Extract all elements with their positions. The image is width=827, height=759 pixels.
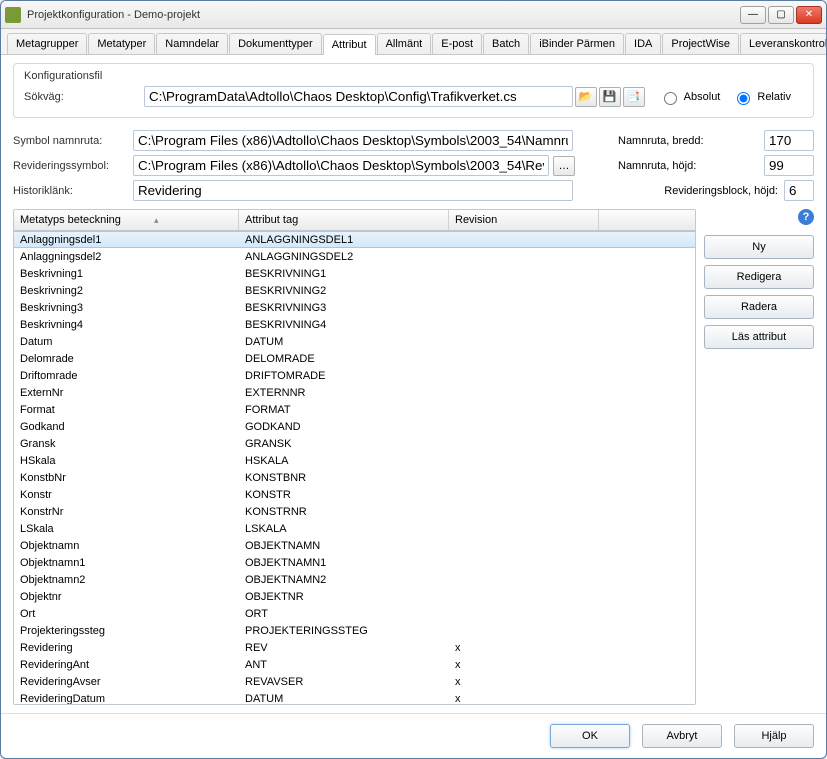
sokvag-label: Sökväg: xyxy=(24,91,144,103)
col-header-metatyps[interactable]: Metatyps beteckning ▴ xyxy=(14,210,239,230)
table-row[interactable]: GodkandGODKAND xyxy=(14,418,695,435)
table-row[interactable]: DatumDATUM xyxy=(14,333,695,350)
maximize-button[interactable]: ▢ xyxy=(768,6,794,24)
table-row[interactable]: Objektnamn1OBJEKTNAMN1 xyxy=(14,554,695,571)
tab-dokumenttyper[interactable]: Dokumenttyper xyxy=(229,33,322,54)
tab-namndelar[interactable]: Namndelar xyxy=(156,33,228,54)
relativ-radio[interactable]: Relativ xyxy=(732,89,803,105)
table-row[interactable]: KonstrKONSTR xyxy=(14,486,695,503)
symbol-input[interactable] xyxy=(133,130,573,151)
table-row[interactable]: Anlaggningsdel2ANLAGGNINGSDEL2 xyxy=(14,248,695,265)
las-attribut-button[interactable]: Läs attribut xyxy=(704,325,814,349)
table-row[interactable]: ObjektnamnOBJEKTNAMN xyxy=(14,537,695,554)
tab-attribut[interactable]: Attribut xyxy=(323,34,376,55)
rev-browse-button[interactable]: … xyxy=(553,156,575,176)
tabstrip: MetagrupperMetatyperNamndelarDokumenttyp… xyxy=(1,29,826,55)
table-row[interactable]: LSkalaLSKALA xyxy=(14,520,695,537)
app-icon xyxy=(5,7,21,23)
tab-batch[interactable]: Batch xyxy=(483,33,529,54)
window-title: Projektkonfiguration - Demo-projekt xyxy=(27,9,740,21)
hist-label: Historiklänk: xyxy=(13,185,133,197)
absolut-radio-input[interactable] xyxy=(664,92,677,105)
tab-ida[interactable]: IDA xyxy=(625,33,661,54)
sort-indicator-icon: ▴ xyxy=(154,215,159,225)
config-file-group: Konfigurationsfil Sökväg: 📂 💾 📑 Absolut … xyxy=(13,63,814,118)
copy-icon[interactable]: 📑 xyxy=(623,87,645,107)
window-frame: Projektkonfiguration - Demo-projekt — ▢ … xyxy=(0,0,827,759)
relativ-radio-input[interactable] xyxy=(737,92,750,105)
table-row[interactable]: GranskGRANSK xyxy=(14,435,695,452)
col-header-revision[interactable]: Revision xyxy=(449,210,599,230)
hojd-label: Namnruta, höjd: xyxy=(618,160,758,172)
absolut-radio[interactable]: Absolut xyxy=(659,89,733,105)
avbryt-button[interactable]: Avbryt xyxy=(642,724,722,748)
tab-leveranskontroll[interactable]: Leveranskontroll xyxy=(740,33,827,54)
table-row[interactable]: HSkalaHSKALA xyxy=(14,452,695,469)
table-row[interactable]: ProjekteringsstegPROJEKTERINGSSTEG xyxy=(14,622,695,639)
ok-button[interactable]: OK xyxy=(550,724,630,748)
open-icon[interactable]: 📂 xyxy=(575,87,597,107)
table-row[interactable]: ObjektnrOBJEKTNR xyxy=(14,588,695,605)
table-row[interactable]: RevideringAntANTx xyxy=(14,656,695,673)
table-row[interactable]: OrtORT xyxy=(14,605,695,622)
ny-button[interactable]: Ny xyxy=(704,235,814,259)
grid-header: Metatyps beteckning ▴ Attribut tag Revis… xyxy=(14,210,695,231)
tab-ibinder-pärmen[interactable]: iBinder Pärmen xyxy=(530,33,624,54)
dialog-footer: OK Avbryt Hjälp xyxy=(1,713,826,758)
tab-metatyper[interactable]: Metatyper xyxy=(88,33,155,54)
table-row[interactable]: Anlaggningsdel1ANLAGGNINGSDEL1 xyxy=(14,231,695,248)
sokvag-input[interactable] xyxy=(144,86,573,107)
table-row[interactable]: Beskrivning3BESKRIVNING3 xyxy=(14,299,695,316)
table-row[interactable]: ExternNrEXTERNNR xyxy=(14,384,695,401)
save-icon[interactable]: 💾 xyxy=(599,87,621,107)
minimize-button[interactable]: — xyxy=(740,6,766,24)
revblock-label: Revideringsblock, höjd: xyxy=(664,185,778,197)
table-row[interactable]: KonstrNrKONSTRNR xyxy=(14,503,695,520)
table-row[interactable]: RevideringREVx xyxy=(14,639,695,656)
close-button[interactable]: ✕ xyxy=(796,6,822,24)
table-row[interactable]: KonstbNrKONSTBNR xyxy=(14,469,695,486)
rev-label: Revideringssymbol: xyxy=(13,160,133,172)
table-row[interactable]: DelomradeDELOMRADE xyxy=(14,350,695,367)
table-row[interactable]: RevideringAvserREVAVSERx xyxy=(14,673,695,690)
config-file-legend: Konfigurationsfil xyxy=(24,70,803,82)
hist-input[interactable] xyxy=(133,180,573,201)
table-row[interactable]: Objektnamn2OBJEKTNAMN2 xyxy=(14,571,695,588)
tab-projectwise[interactable]: ProjectWise xyxy=(662,33,739,54)
titlebar: Projektkonfiguration - Demo-projekt — ▢ … xyxy=(1,1,826,29)
hjalp-button[interactable]: Hjälp xyxy=(734,724,814,748)
hojd-input[interactable] xyxy=(764,155,814,176)
col-header-attributtag[interactable]: Attribut tag xyxy=(239,210,449,230)
tab-allmänt[interactable]: Allmänt xyxy=(377,33,432,54)
attribut-grid: Metatyps beteckning ▴ Attribut tag Revis… xyxy=(13,209,696,705)
bredd-input[interactable] xyxy=(764,130,814,151)
radera-button[interactable]: Radera xyxy=(704,295,814,319)
table-row[interactable]: Beskrivning2BESKRIVNING2 xyxy=(14,282,695,299)
tab-e-post[interactable]: E-post xyxy=(432,33,482,54)
grid-scroll[interactable]: Metatyps beteckning ▴ Attribut tag Revis… xyxy=(14,210,695,704)
bredd-label: Namnruta, bredd: xyxy=(618,135,758,147)
revblock-input[interactable] xyxy=(784,180,814,201)
table-row[interactable]: Beskrivning1BESKRIVNING1 xyxy=(14,265,695,282)
rev-input[interactable] xyxy=(133,155,549,176)
table-row[interactable]: Beskrivning4BESKRIVNING4 xyxy=(14,316,695,333)
redigera-button[interactable]: Redigera xyxy=(704,265,814,289)
tab-metagrupper[interactable]: Metagrupper xyxy=(7,33,87,54)
table-row[interactable]: DriftomradeDRIFTOMRADE xyxy=(14,367,695,384)
table-row[interactable]: FormatFORMAT xyxy=(14,401,695,418)
symbol-label: Symbol namnruta: xyxy=(13,135,133,147)
table-row[interactable]: RevideringDatumDATUMx xyxy=(14,690,695,704)
help-icon[interactable]: ? xyxy=(798,209,814,225)
